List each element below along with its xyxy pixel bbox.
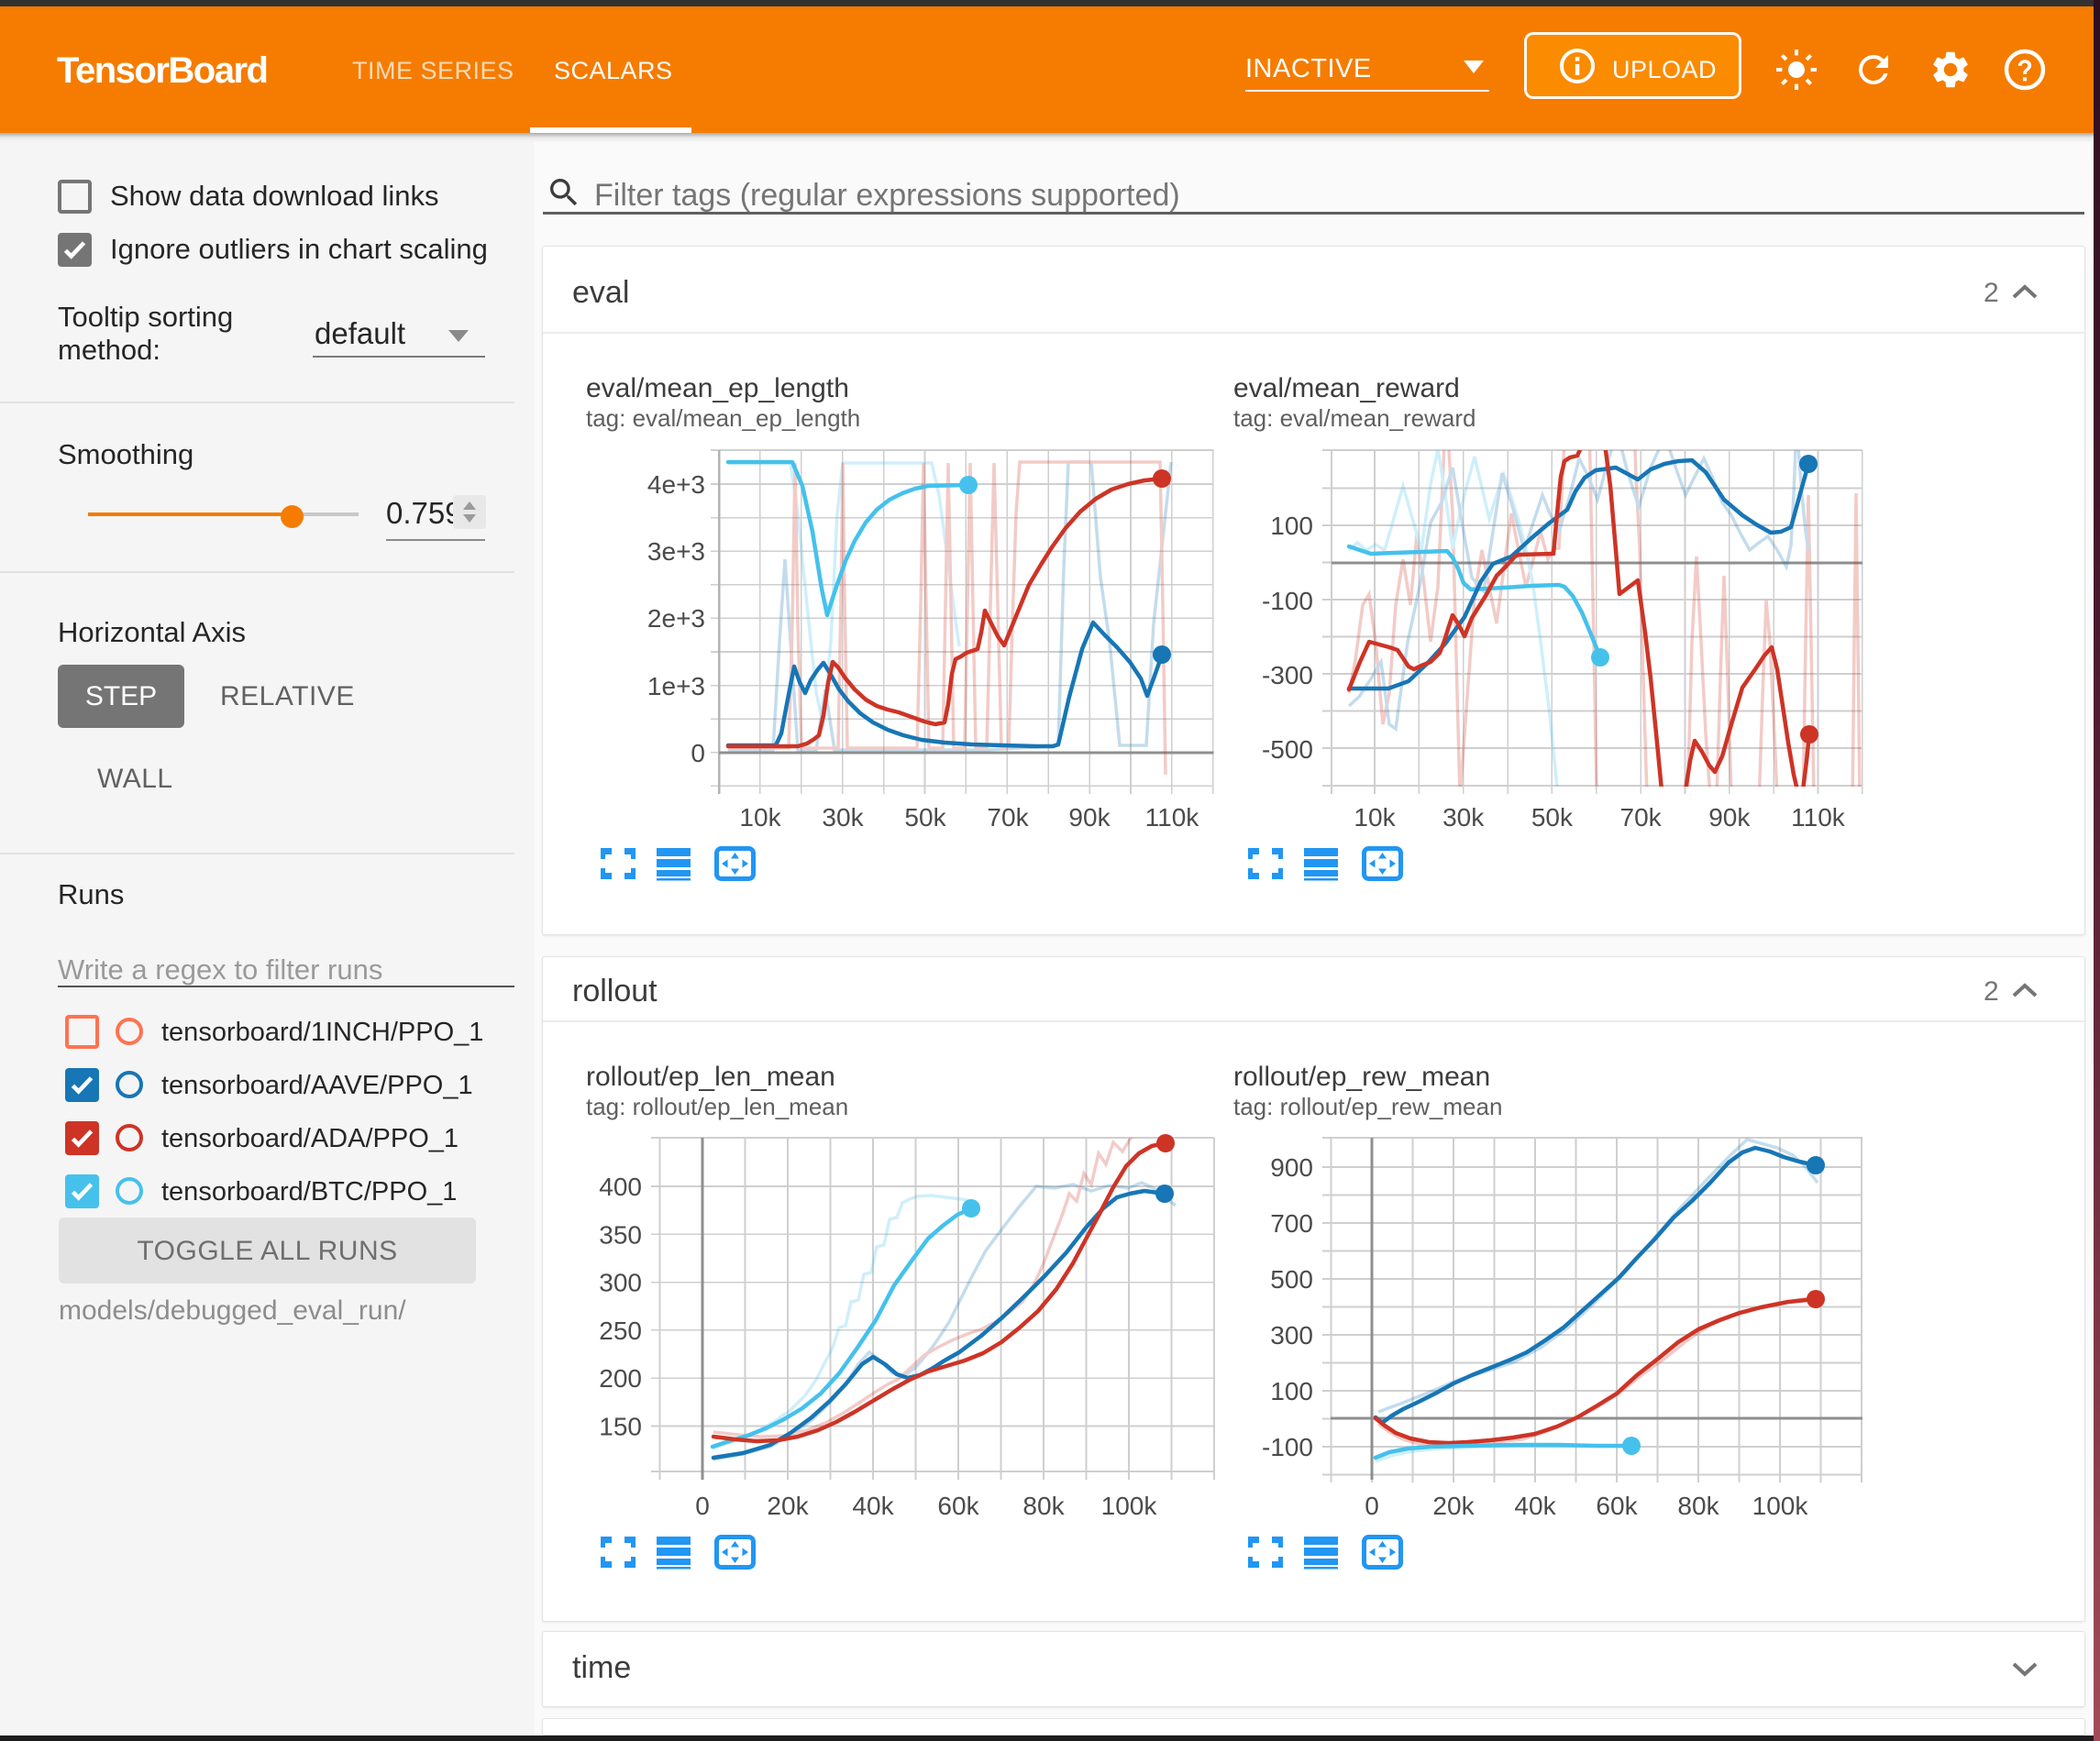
svg-text:10k: 10k	[739, 803, 781, 832]
svg-text:0: 0	[695, 1492, 710, 1520]
svg-text:60k: 60k	[1596, 1492, 1638, 1520]
svg-text:60k: 60k	[937, 1492, 979, 1520]
svg-text:50k: 50k	[904, 803, 946, 832]
svg-text:20k: 20k	[1432, 1492, 1475, 1520]
svg-text:100k: 100k	[1101, 1492, 1158, 1520]
svg-text:30k: 30k	[1442, 803, 1485, 832]
svg-text:250: 250	[599, 1317, 642, 1345]
svg-text:50k: 50k	[1531, 803, 1574, 832]
svg-text:500: 500	[1270, 1265, 1313, 1294]
svg-text:1e+3: 1e+3	[647, 672, 705, 700]
svg-text:350: 350	[599, 1220, 642, 1249]
svg-text:4e+3: 4e+3	[647, 470, 705, 499]
svg-text:3e+3: 3e+3	[647, 537, 705, 566]
svg-text:70k: 70k	[987, 803, 1029, 832]
svg-text:300: 300	[599, 1269, 642, 1297]
svg-text:200: 200	[599, 1364, 642, 1393]
svg-text:900: 900	[1270, 1153, 1313, 1182]
svg-text:-100: -100	[1262, 1433, 1313, 1461]
svg-text:100k: 100k	[1752, 1492, 1809, 1520]
svg-text:30k: 30k	[822, 803, 864, 832]
svg-text:-300: -300	[1262, 661, 1313, 689]
svg-text:90k: 90k	[1068, 803, 1111, 832]
svg-text:400: 400	[599, 1173, 642, 1201]
svg-text:0: 0	[691, 739, 705, 767]
svg-text:100: 100	[1270, 1377, 1313, 1405]
svg-text:80k: 80k	[1677, 1492, 1719, 1520]
svg-text:100: 100	[1270, 512, 1313, 540]
svg-text:40k: 40k	[1514, 1492, 1556, 1520]
svg-text:10k: 10k	[1354, 803, 1396, 832]
svg-text:-500: -500	[1262, 735, 1313, 764]
svg-text:150: 150	[599, 1413, 642, 1441]
svg-text:300: 300	[1270, 1321, 1313, 1350]
svg-text:70k: 70k	[1620, 803, 1663, 832]
svg-text:-100: -100	[1262, 587, 1313, 615]
svg-text:90k: 90k	[1708, 803, 1751, 832]
svg-text:110k: 110k	[1791, 803, 1846, 832]
svg-text:80k: 80k	[1022, 1492, 1065, 1520]
svg-text:2e+3: 2e+3	[647, 604, 705, 633]
svg-text:700: 700	[1270, 1209, 1313, 1238]
svg-text:110k: 110k	[1145, 803, 1200, 832]
svg-text:0: 0	[1365, 1492, 1379, 1520]
svg-text:40k: 40k	[852, 1492, 894, 1520]
svg-text:20k: 20k	[767, 1492, 809, 1520]
